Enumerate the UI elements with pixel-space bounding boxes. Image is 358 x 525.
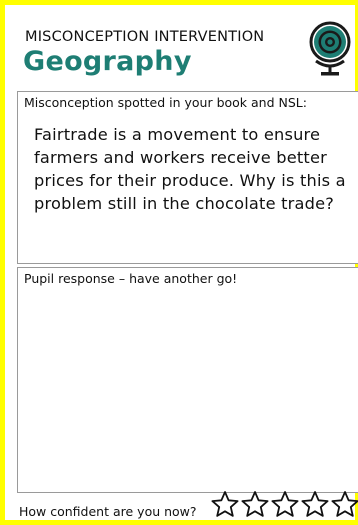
worksheet-card: MISCONCEPTION INTERVENTION Geography Mis… bbox=[0, 0, 358, 525]
confidence-label: How confident are you now? bbox=[19, 504, 197, 519]
star-icon[interactable] bbox=[300, 490, 330, 518]
pupil-response-box[interactable]: Pupil response – have another go! bbox=[17, 267, 358, 493]
star-icon[interactable] bbox=[240, 490, 270, 518]
star-icon[interactable] bbox=[330, 490, 358, 518]
globe-target-icon bbox=[309, 21, 351, 76]
subject-title: Geography bbox=[23, 46, 192, 77]
misconception-label: Misconception spotted in your book and N… bbox=[24, 95, 307, 110]
star-icon[interactable] bbox=[210, 490, 240, 518]
star-icon[interactable] bbox=[270, 490, 300, 518]
misconception-box: Misconception spotted in your book and N… bbox=[17, 91, 358, 264]
confidence-stars bbox=[210, 490, 358, 518]
pupil-response-label: Pupil response – have another go! bbox=[24, 271, 238, 286]
misconception-question: Fairtrade is a movement to ensure farmer… bbox=[34, 125, 346, 213]
page-heading: MISCONCEPTION INTERVENTION bbox=[25, 29, 265, 45]
